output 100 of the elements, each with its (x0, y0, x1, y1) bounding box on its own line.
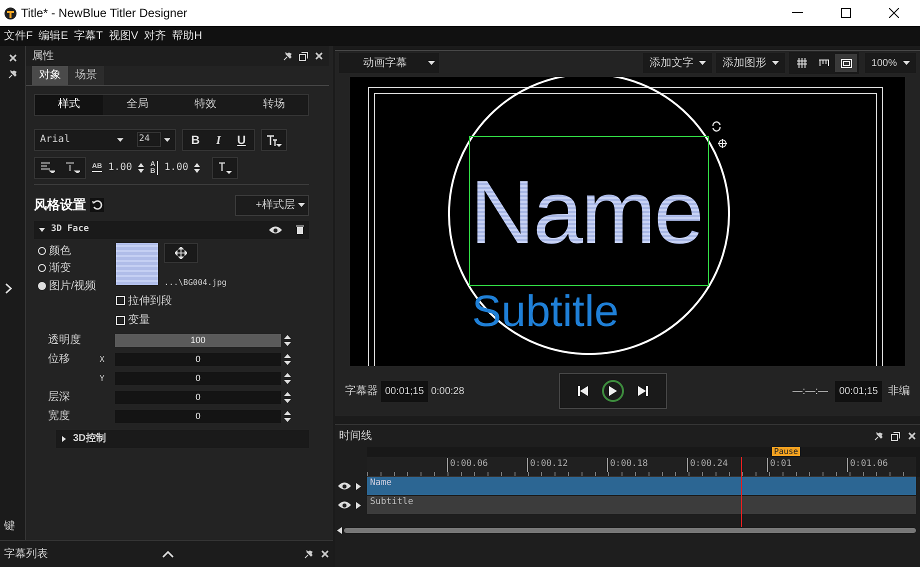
menu-item[interactable]: 视图V (108, 28, 138, 44)
number-field[interactable]: 0 (115, 372, 281, 385)
number-field[interactable]: 0 (115, 391, 281, 404)
move-button[interactable] (164, 242, 198, 262)
panel-title: 属性 (32, 48, 55, 64)
pause-marker[interactable]: Pause (772, 447, 800, 456)
track-bar[interactable]: Name (367, 477, 916, 495)
format-button[interactable]: I (208, 130, 229, 148)
radio-button[interactable] (38, 264, 46, 272)
panel-label: 键 (4, 518, 15, 534)
layer-header[interactable]: 3D Face (34, 220, 309, 238)
pin-icon[interactable] (874, 432, 883, 440)
duration-text: 0:00:28 (430, 384, 464, 398)
field-label: 宽度 (48, 410, 70, 422)
eye-icon[interactable] (338, 482, 351, 490)
spinner-arrows-icon[interactable] (284, 411, 291, 422)
play-button[interactable] (602, 380, 624, 402)
value-slider[interactable]: 100 (115, 334, 281, 347)
caret-icon (428, 61, 435, 66)
crosshair-icon[interactable] (718, 139, 727, 148)
float-window-icon[interactable] (891, 432, 900, 440)
add-shape-dropdown[interactable]: 添加图形 (716, 53, 786, 74)
checkbox-label: 拉伸到段 (128, 294, 172, 308)
menu-item[interactable]: 帮助H (172, 28, 202, 44)
style-tab[interactable]: 全局 (103, 94, 172, 114)
checkbox[interactable] (116, 296, 125, 306)
skip-forward-icon[interactable] (638, 386, 648, 396)
text-size-icon (266, 134, 282, 146)
spinner-arrows-icon[interactable] (284, 335, 291, 346)
caret-icon (772, 61, 780, 66)
section-header[interactable]: 3D控制 (56, 430, 309, 448)
menu-item[interactable]: 对齐 (144, 28, 166, 44)
maximize-icon[interactable] (841, 8, 851, 18)
radio-button[interactable] (38, 282, 46, 290)
out-time-field[interactable]: 00:01;15 (835, 380, 882, 402)
style-tab[interactable]: 样式 (35, 94, 104, 114)
skip-back-icon[interactable] (578, 386, 588, 396)
spinner-arrows-icon[interactable] (138, 162, 144, 172)
format-button[interactable]: U (231, 130, 252, 148)
expand-caret-icon[interactable] (356, 482, 361, 490)
checkbox[interactable] (116, 316, 125, 325)
eye-icon[interactable] (338, 501, 351, 509)
reset-icon[interactable] (90, 198, 104, 212)
safe-area-icon (840, 58, 852, 69)
trash-icon[interactable] (296, 225, 304, 234)
leading-value[interactable]: 1.00 (164, 160, 188, 175)
scroll-left-icon[interactable] (337, 527, 342, 534)
radio-button[interactable] (38, 246, 46, 255)
spinner-arrows-icon[interactable] (284, 354, 291, 365)
app-logo-icon (4, 6, 17, 20)
view-toggle-button[interactable] (835, 54, 858, 72)
axis-label: X (100, 355, 104, 364)
pin-icon[interactable] (304, 550, 313, 558)
track-bar[interactable]: Subtitle (367, 496, 916, 514)
ruler-tick-label: 0:01.06 (847, 458, 888, 472)
spinner-arrows-icon[interactable] (284, 392, 291, 403)
pin-icon[interactable] (283, 52, 292, 60)
expand-chevron-icon[interactable] (5, 283, 12, 294)
current-time-field[interactable]: 00:01;15 (381, 380, 428, 402)
text-case-button[interactable] (261, 128, 287, 150)
zoom-dropdown[interactable]: 100% (865, 53, 916, 74)
align-icon (40, 162, 54, 173)
menu-item[interactable]: 文件F (4, 28, 33, 44)
caret-icon (117, 138, 124, 142)
spinner-arrows-icon[interactable] (194, 162, 200, 172)
field-label: 位移 (48, 353, 70, 366)
panel-tab[interactable]: 场景 (68, 66, 104, 84)
horizontal-scrollbar[interactable] (344, 528, 916, 533)
float-window-icon[interactable] (299, 52, 308, 60)
minimize-icon[interactable] (792, 12, 803, 14)
field-label: 透明度 (48, 334, 81, 346)
mode-dropdown[interactable]: 动画字幕 (339, 53, 439, 74)
format-button[interactable]: B (185, 130, 206, 148)
style-tab[interactable]: 转场 (240, 94, 308, 114)
pin-icon[interactable] (8, 70, 17, 79)
checkbox-label: 变量 (128, 312, 150, 328)
panel-tab[interactable]: 对象 (32, 66, 68, 84)
menu-item[interactable]: 编辑E (38, 28, 68, 44)
number-field[interactable]: 0 (115, 353, 281, 366)
rotate-icon[interactable] (711, 121, 722, 132)
panel-title: 时间线 (339, 428, 373, 444)
add-style-layer-button[interactable]: +样式层 (235, 194, 309, 216)
spinner-arrows-icon[interactable] (284, 373, 291, 384)
style-tab[interactable]: 特效 (172, 94, 240, 114)
expand-caret-icon[interactable] (356, 502, 361, 508)
close-icon[interactable] (889, 8, 899, 18)
play-icon (609, 386, 618, 396)
menu-item[interactable]: 字幕T (74, 28, 103, 44)
text-transform-button[interactable] (212, 156, 238, 178)
radio-label: 渐变 (49, 260, 71, 276)
add-text-dropdown[interactable]: 添加文字 (643, 53, 712, 74)
tracking-value[interactable]: 1.00 (108, 160, 132, 175)
section-label: 3D控制 (73, 432, 106, 446)
number-field[interactable]: 0 (115, 410, 281, 423)
eye-icon[interactable] (269, 226, 282, 234)
chevron-up-icon[interactable] (162, 550, 174, 558)
align-dropdown[interactable] (34, 156, 86, 178)
ruler-icon (818, 58, 830, 69)
radio-label: 颜色 (49, 244, 71, 258)
font-dropdown[interactable]: Arial 24 (34, 128, 176, 150)
